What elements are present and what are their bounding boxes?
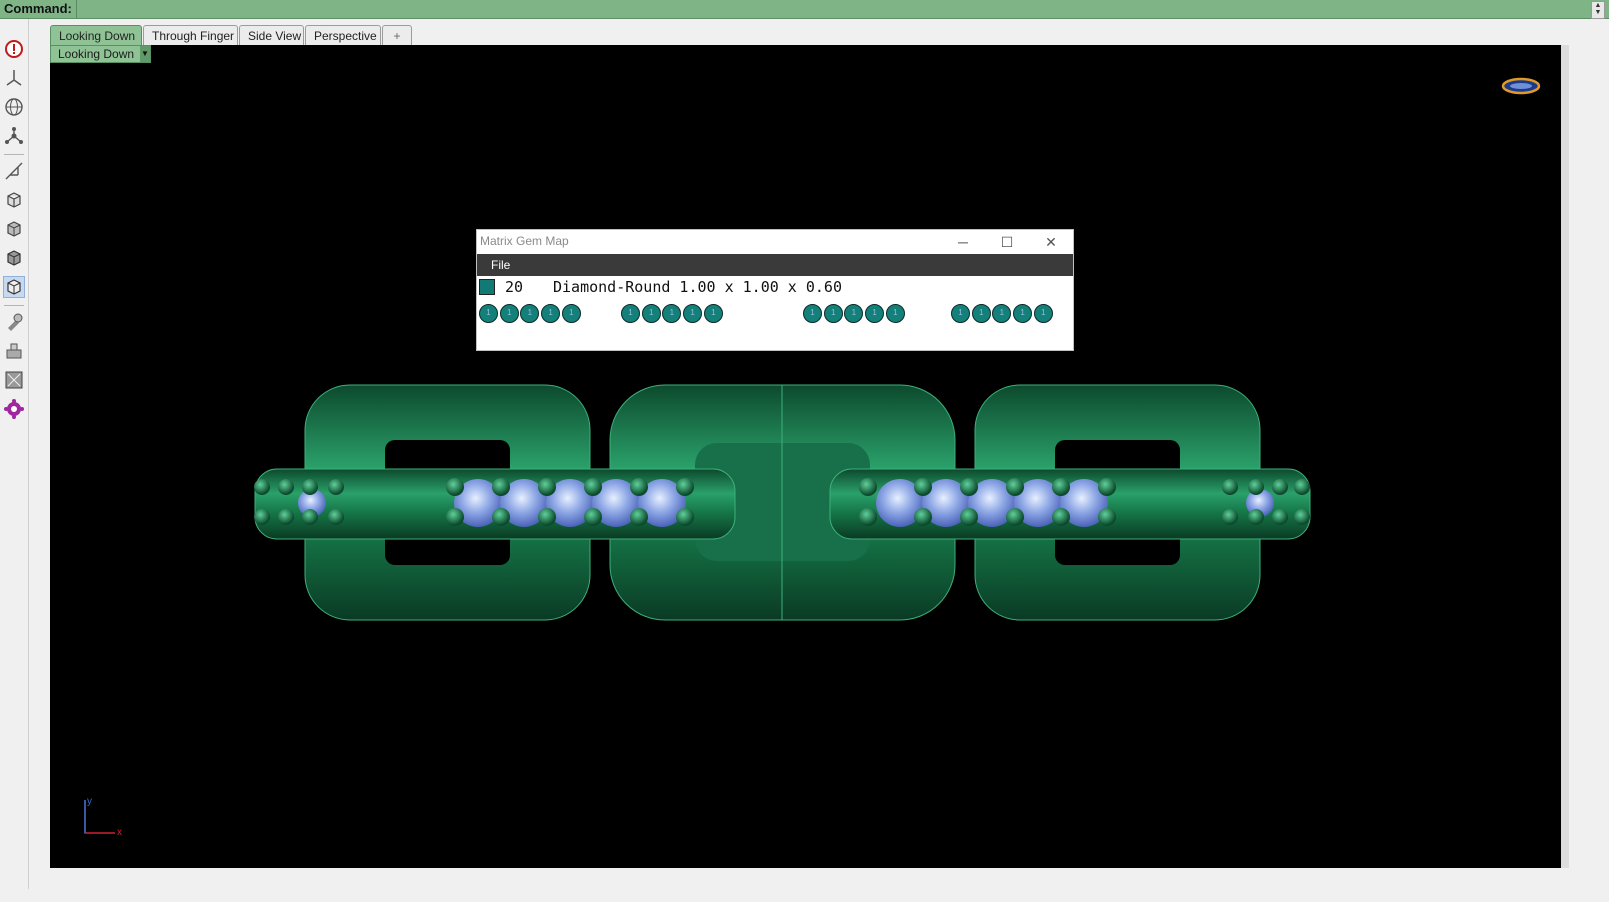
gem-marker[interactable]: 1 xyxy=(823,304,843,323)
gem-count: 20 xyxy=(505,278,524,296)
left-toolbar xyxy=(0,19,29,889)
gear-plugin-icon[interactable] xyxy=(3,398,25,420)
gem-marker[interactable]: 1 xyxy=(865,304,885,323)
tab-through-finger[interactable]: Through Finger xyxy=(143,25,238,45)
gem-marker[interactable]: 1 xyxy=(951,304,970,323)
command-label: Command: xyxy=(4,1,72,16)
info-icon[interactable] xyxy=(3,38,25,60)
file-menu[interactable]: File xyxy=(491,258,510,272)
viewport-scrollbar[interactable] xyxy=(1561,45,1569,868)
command-scroll-arrows[interactable]: ▲ ▼ xyxy=(1591,1,1605,19)
image-icon[interactable] xyxy=(3,369,25,391)
gem-marker[interactable]: 1 xyxy=(499,304,519,323)
tab-looking-down[interactable]: Looking Down xyxy=(50,25,142,45)
gem-marker[interactable]: 1 xyxy=(621,304,640,323)
ring-model-render xyxy=(254,384,1311,621)
3d-viewport[interactable]: Looking Down ▼ y x xyxy=(50,45,1561,868)
command-bar: Command: ▲ ▼ xyxy=(0,0,1609,19)
gem-map-dialog: Matrix Gem Map ─ ☐ ✕ File 20 Diamond-Rou… xyxy=(476,229,1074,351)
minimize-button[interactable]: ─ xyxy=(941,230,985,254)
gem-description: Diamond-Round 1.00 x 1.00 x 0.60 xyxy=(553,278,842,296)
gem-marker[interactable]: 1 xyxy=(844,304,864,323)
view-top-icon[interactable] xyxy=(3,67,25,89)
gem-marker[interactable]: 1 xyxy=(641,304,661,323)
gem-marker[interactable]: 1 xyxy=(479,304,498,323)
command-input[interactable] xyxy=(76,0,1587,18)
axis-y-label: y xyxy=(87,796,92,807)
maximize-button[interactable]: ☐ xyxy=(985,230,1029,254)
gem-color-swatch[interactable] xyxy=(479,279,495,295)
axis-indicator-icon: y x xyxy=(84,796,122,838)
gem-marker[interactable]: 1 xyxy=(683,304,703,323)
gem-marker[interactable]: 1 xyxy=(1013,304,1033,323)
gem-summary-row: 20 Diamond-Round 1.00 x 1.00 x 0.60 xyxy=(477,278,1073,298)
axes-icon[interactable] xyxy=(3,125,25,147)
cube-wire-icon[interactable] xyxy=(3,189,25,211)
dialog-title: Matrix Gem Map xyxy=(480,234,569,248)
cube-shaded-icon[interactable] xyxy=(3,218,25,240)
gem-marker[interactable]: 1 xyxy=(561,304,581,323)
cube-active-icon[interactable] xyxy=(3,276,25,298)
gem-marker[interactable]: 1 xyxy=(885,304,905,323)
tab-perspective[interactable]: Perspective xyxy=(305,25,381,45)
brush-icon[interactable] xyxy=(3,311,25,333)
gem-marker[interactable]: 1 xyxy=(541,304,561,323)
gem-marker[interactable]: 1 xyxy=(703,304,723,323)
dialog-menubar: File xyxy=(477,254,1073,276)
globe-icon[interactable] xyxy=(3,96,25,118)
gem-layout-map: 11111111111111111111 xyxy=(477,304,1073,328)
tab-side-view[interactable]: Side View xyxy=(239,25,304,45)
cube-render-icon[interactable] xyxy=(3,247,25,269)
gem-marker[interactable]: 1 xyxy=(971,304,991,323)
gem-marker[interactable]: 1 xyxy=(520,304,540,323)
scale-icon[interactable] xyxy=(3,160,25,182)
axis-x-label: x xyxy=(117,827,122,838)
gem-marker[interactable]: 1 xyxy=(1033,304,1053,323)
gem-marker[interactable]: 1 xyxy=(803,304,822,323)
add-tab-button[interactable]: + xyxy=(382,25,412,45)
gem-marker[interactable]: 1 xyxy=(662,304,682,323)
stamp-icon[interactable] xyxy=(3,340,25,362)
close-button[interactable]: ✕ xyxy=(1029,230,1073,254)
gem-marker[interactable]: 1 xyxy=(992,304,1012,323)
